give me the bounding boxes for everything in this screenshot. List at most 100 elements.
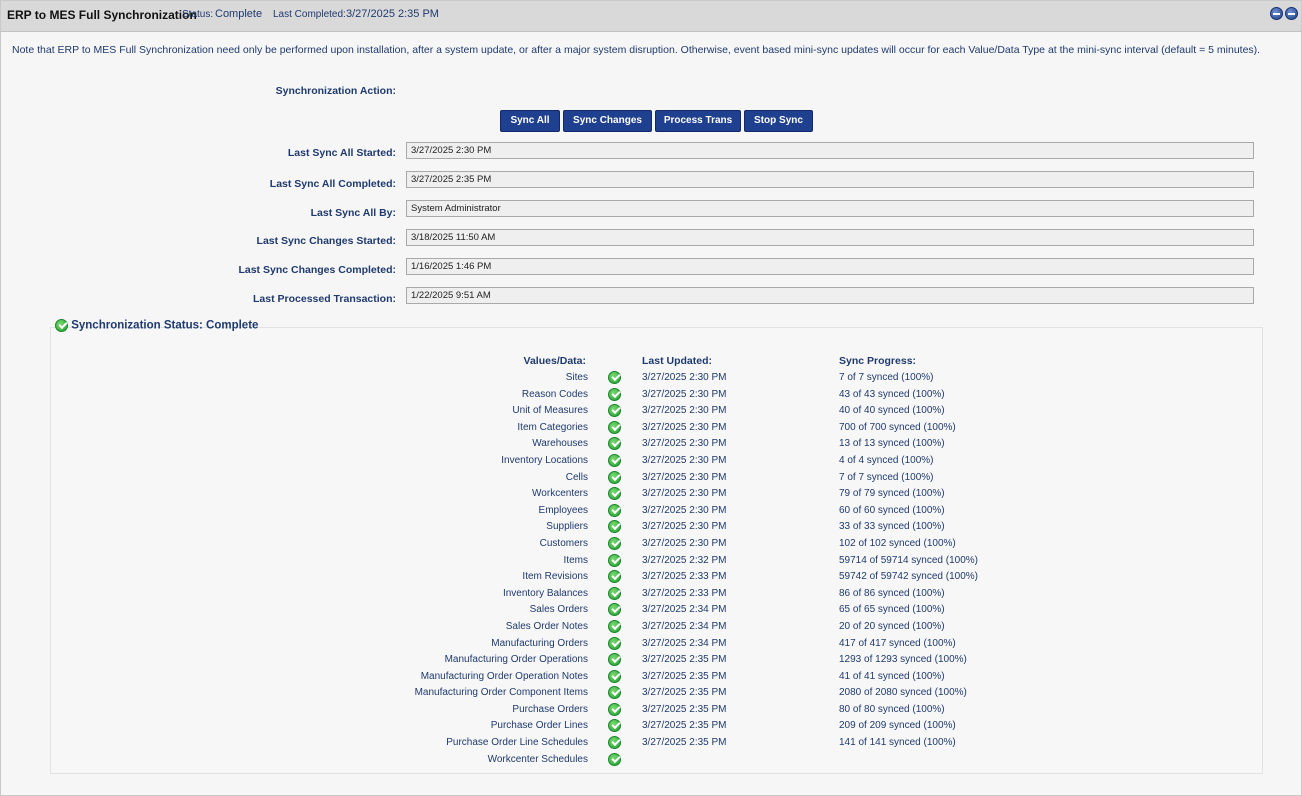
check-circle-icon [608, 669, 621, 683]
check-circle-icon [608, 487, 621, 501]
sync-item-progress: 102 of 102 synced (100%) [839, 537, 956, 549]
sync-item-updated: 3/27/2025 2:33 PM [642, 587, 727, 599]
sync-item-progress: 43 of 43 synced (100%) [839, 388, 945, 400]
last-sync-changes-started-label: Last Sync Changes Started: [256, 235, 396, 247]
last-sync-changes-started-field[interactable]: 3/18/2025 11:50 AM [406, 229, 1254, 246]
check-circle-icon [608, 653, 621, 667]
last-sync-all-completed-field[interactable]: 3/27/2025 2:35 PM [406, 171, 1254, 188]
sync-item-name: Inventory Locations [501, 454, 588, 466]
list-item: Employees 3/27/2025 2:30 PM 60 of 60 synce… [1, 503, 1302, 520]
sync-item-progress: 79 of 79 synced (100%) [839, 488, 945, 500]
last-completed-value: 3/27/2025 2:35 PM [346, 8, 439, 20]
process-trans-button[interactable]: Process Trans [655, 110, 741, 132]
sync-item-name: Customers [539, 537, 588, 549]
sync-item-updated: 3/27/2025 2:30 PM [642, 537, 727, 549]
last-completed-label: Last Completed: [273, 9, 346, 20]
stop-sync-button[interactable]: Stop Sync [744, 110, 813, 132]
list-item: Purchase Orders 3/27/2025 2:35 PM 80 of 80… [1, 702, 1302, 719]
sync-item-name: Suppliers [546, 521, 588, 533]
sync-item-updated: 3/27/2025 2:32 PM [642, 554, 727, 566]
sync-item-name: Employees [538, 504, 588, 516]
sync-item-name: Manufacturing Order Component Items [414, 687, 588, 699]
sync-item-progress: 80 of 80 synced (100%) [839, 703, 945, 715]
sync-item-updated: 3/27/2025 2:30 PM [642, 438, 727, 450]
check-circle-icon [608, 420, 621, 434]
sync-item-progress: 33 of 33 synced (100%) [839, 521, 945, 533]
sync-item-name: Manufacturing Order Operation Notes [420, 670, 588, 682]
sync-item-progress: 700 of 700 synced (100%) [839, 421, 956, 433]
sync-item-progress: 209 of 209 synced (100%) [839, 720, 956, 732]
check-circle-icon [608, 536, 621, 550]
sync-progress-header: Sync Progress: [839, 355, 917, 367]
sync-all-button[interactable]: Sync All [500, 110, 560, 132]
sync-status-title: Synchronization Status: Complete [71, 319, 259, 332]
last-sync-all-by-label: Last Sync All By: [310, 207, 396, 219]
check-circle-icon [608, 553, 621, 567]
sync-item-progress: 1293 of 1293 synced (100%) [839, 654, 967, 666]
sync-item-name: Inventory Balances [502, 587, 588, 599]
check-circle-icon [608, 736, 621, 750]
sync-item-name: Reason Codes [521, 388, 588, 400]
list-item: Inventory Balances 3/27/2025 2:33 PM 86 of… [1, 586, 1302, 603]
status-label: Status: [182, 9, 214, 20]
sync-item-updated: 3/27/2025 2:34 PM [642, 620, 727, 632]
sync-item-name: Purchase Order Line Schedules [446, 737, 588, 749]
sync-item-name: Cells [565, 471, 588, 483]
sync-item-updated: 3/27/2025 2:35 PM [642, 654, 727, 666]
sync-item-progress: 59714 of 59714 synced (100%) [839, 554, 978, 566]
sync-item-updated: 3/27/2025 2:30 PM [642, 471, 727, 483]
sync-item-progress: 417 of 417 synced (100%) [839, 637, 956, 649]
minimize-icon[interactable] [1285, 7, 1298, 20]
last-updated-header: Last Updated: [642, 355, 713, 367]
last-sync-changes-completed-field[interactable]: 1/16/2025 1:46 PM [406, 258, 1254, 275]
sync-item-updated: 3/27/2025 2:35 PM [642, 720, 727, 732]
check-circle-icon [608, 619, 621, 633]
sync-item-updated: 3/27/2025 2:30 PM [642, 372, 727, 383]
last-sync-all-started-field[interactable]: 3/27/2025 2:30 PM [406, 142, 1254, 159]
sync-item-progress: 4 of 4 synced (100%) [839, 454, 934, 466]
check-circle-icon [55, 319, 68, 332]
sync-item-name: Item Revisions [522, 571, 588, 583]
sync-status-heading: Synchronization Status: Complete [55, 319, 258, 332]
last-processed-transaction-field[interactable]: 1/22/2025 9:51 AM [406, 287, 1254, 304]
list-item: Purchase Order Line Schedules 3/27/2025 2… [1, 735, 1302, 752]
sync-item-name: Purchase Orders [512, 703, 588, 715]
last-sync-changes-completed-label: Last Sync Changes Completed: [238, 264, 396, 276]
sync-item-progress: 7 of 7 synced (100%) [839, 372, 934, 383]
sync-item-name: Items [563, 554, 588, 566]
sync-changes-button[interactable]: Sync Changes [563, 110, 652, 132]
sync-item-progress: 141 of 141 synced (100%) [839, 737, 956, 749]
sync-item-progress: 59742 of 59742 synced (100%) [839, 571, 978, 583]
last-sync-all-by-field[interactable]: System Administrator [406, 200, 1254, 217]
list-item: Workcenter Schedules [1, 752, 1302, 769]
sync-panel: ERP to MES Full Synchronization Status: … [0, 0, 1302, 796]
sync-item-updated: 3/27/2025 2:35 PM [642, 687, 727, 699]
check-circle-icon [608, 752, 621, 766]
sync-status-list: Sites 3/27/2025 2:30 PM 7 of 7 synced (100… [1, 370, 1302, 768]
collapse-icon[interactable] [1270, 7, 1283, 20]
sync-item-updated: 3/27/2025 2:34 PM [642, 604, 727, 616]
sync-item-name: Sales Orders [529, 604, 588, 616]
check-circle-icon [608, 387, 621, 401]
sync-item-name: Unit of Measures [512, 405, 588, 417]
check-circle-icon [608, 503, 621, 517]
list-item: Suppliers 3/27/2025 2:30 PM 33 of 33 synce… [1, 519, 1302, 536]
sync-item-name: Item Categories [517, 421, 588, 433]
check-circle-icon [608, 404, 621, 418]
check-circle-icon [608, 470, 621, 484]
list-item: Sites 3/27/2025 2:30 PM 7 of 7 synced (100… [1, 370, 1302, 387]
list-item: Item Revisions 3/27/2025 2:33 PM 59742 of … [1, 569, 1302, 586]
sync-item-updated: 3/27/2025 2:30 PM [642, 504, 727, 516]
sync-item-progress: 40 of 40 synced (100%) [839, 405, 945, 417]
info-note: Note that ERP to MES Full Synchronizatio… [12, 44, 1261, 56]
sync-item-updated: 3/27/2025 2:30 PM [642, 488, 727, 500]
list-item: Purchase Order Lines 3/27/2025 2:35 PM 209… [1, 718, 1302, 735]
check-circle-icon [608, 603, 621, 617]
sync-item-progress: 86 of 86 synced (100%) [839, 587, 945, 599]
check-circle-icon [608, 586, 621, 600]
sync-item-updated: 3/27/2025 2:30 PM [642, 521, 727, 533]
check-circle-icon [608, 371, 621, 384]
check-circle-icon [608, 520, 621, 534]
sync-item-updated: 3/27/2025 2:35 PM [642, 737, 727, 749]
sync-item-name: Sites [565, 372, 588, 383]
